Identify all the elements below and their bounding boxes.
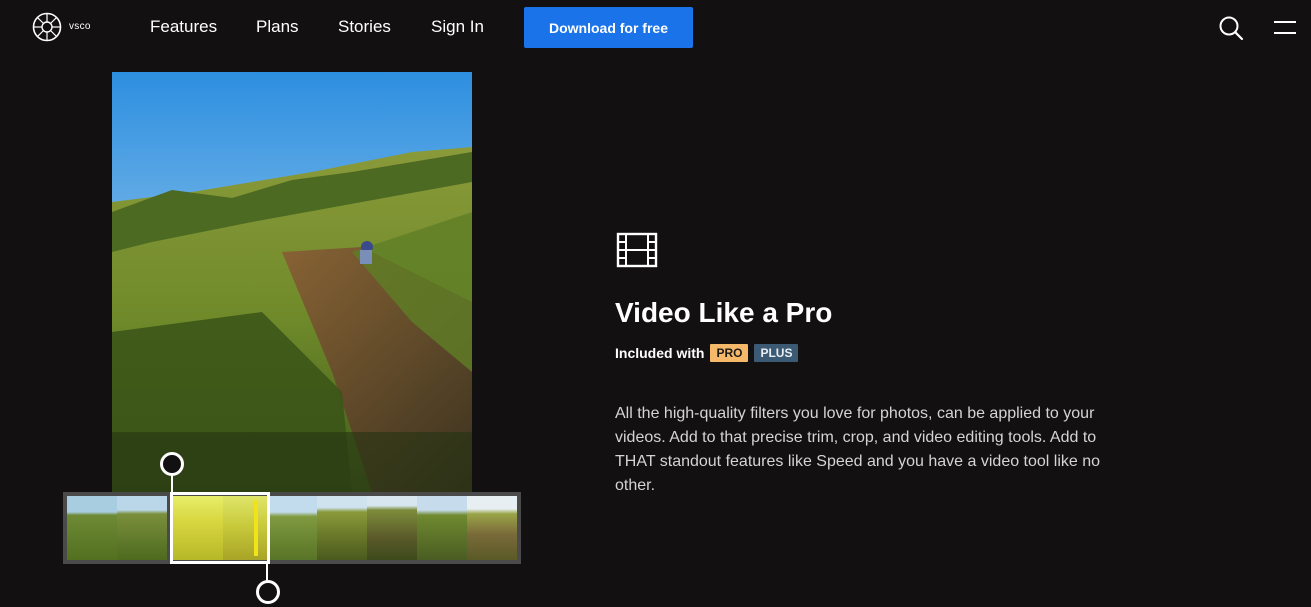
nav-plans[interactable]: Plans bbox=[256, 17, 299, 37]
filmstrip-frame bbox=[367, 496, 417, 560]
nav-sign-in[interactable]: Sign In bbox=[431, 17, 484, 37]
video-filmstrip[interactable] bbox=[63, 492, 521, 564]
filmstrip-frame bbox=[467, 496, 517, 560]
trim-start-line bbox=[171, 473, 173, 495]
pro-badge: PRO bbox=[710, 344, 749, 362]
search-icon[interactable] bbox=[1218, 15, 1244, 41]
filmstrip-frame bbox=[317, 496, 367, 560]
included-label: Included with bbox=[615, 345, 705, 361]
filmstrip-frame bbox=[269, 496, 317, 560]
film-icon bbox=[616, 232, 658, 268]
plus-badge: PLUS bbox=[754, 344, 799, 362]
vsco-logo-icon[interactable] bbox=[32, 12, 62, 42]
nav-features[interactable]: Features bbox=[150, 17, 217, 37]
nav-stories[interactable]: Stories bbox=[338, 17, 391, 37]
filmstrip-frame bbox=[417, 496, 467, 560]
filmstrip-frame bbox=[67, 496, 117, 560]
logo-text[interactable]: vsco bbox=[69, 21, 91, 32]
download-button[interactable]: Download for free bbox=[524, 7, 693, 48]
filmstrip-frame bbox=[117, 496, 167, 560]
menu-icon[interactable] bbox=[1273, 18, 1297, 38]
feature-title: Video Like a Pro bbox=[615, 297, 833, 328]
trim-end-handle[interactable] bbox=[256, 580, 280, 604]
feature-description: All the high-quality filters you love fo… bbox=[615, 405, 1101, 494]
trim-selection[interactable] bbox=[170, 492, 270, 564]
included-with-row: Included with PRO PLUS bbox=[615, 344, 799, 362]
video-preview-image bbox=[112, 72, 472, 492]
trim-start-handle[interactable] bbox=[160, 452, 184, 476]
top-nav-bar: vsco Features Plans Stories Sign In Down… bbox=[0, 0, 1311, 56]
trim-end-line bbox=[266, 562, 268, 582]
